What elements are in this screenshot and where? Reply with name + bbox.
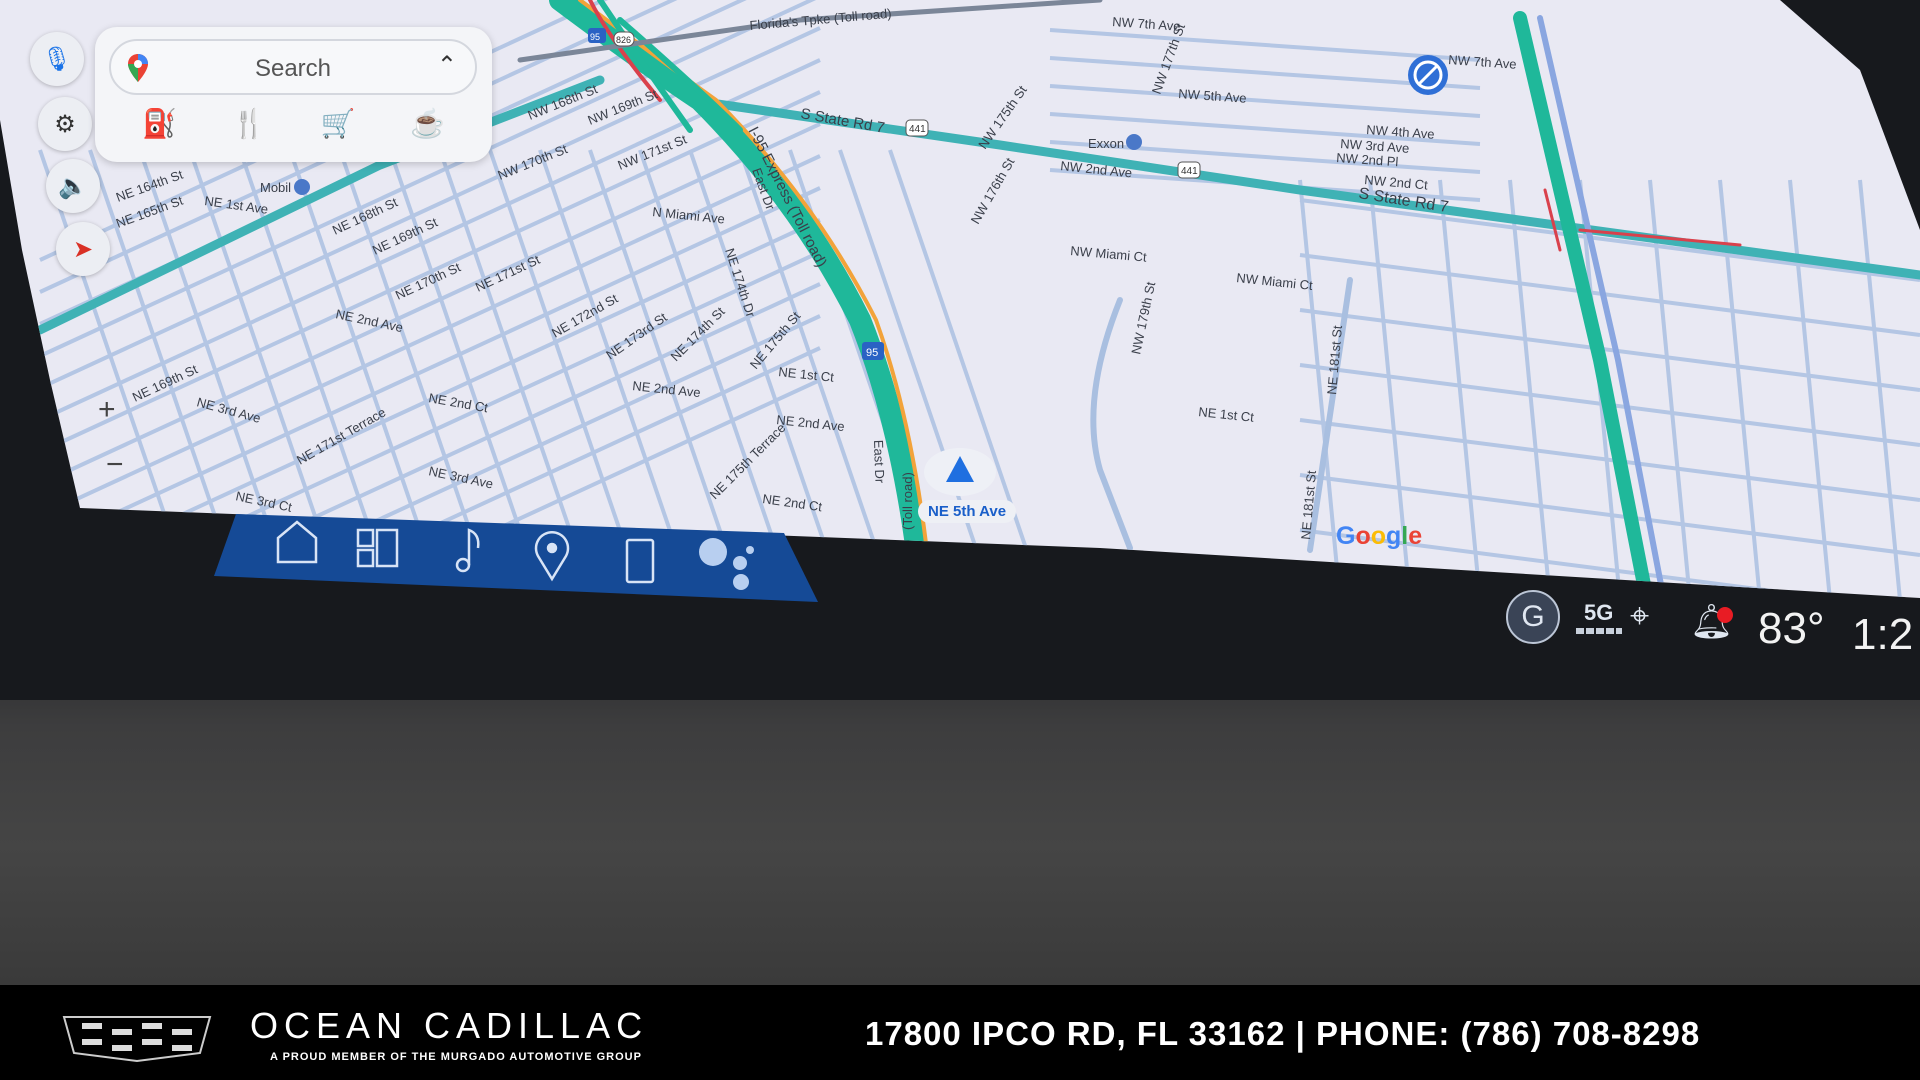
- dealer-address-phone: 17800 IPCO RD, FL 33162 | PHONE: (786) 7…: [865, 1015, 1701, 1052]
- app-dock: [214, 514, 818, 602]
- network-indicator: 5G: [1584, 600, 1614, 625]
- clock: 1:2: [1852, 610, 1914, 659]
- cadillac-crest-logo: [62, 1016, 212, 1063]
- temperature: 83°: [1758, 604, 1825, 653]
- signal-strength-icon: [1576, 628, 1622, 634]
- dealer-name: OCEAN CADILLAC: [250, 1005, 649, 1046]
- account-avatar[interactable]: G: [1506, 590, 1560, 644]
- notification-dot: [1717, 607, 1733, 623]
- location-icon[interactable]: ⌖: [1630, 597, 1649, 636]
- dealer-banner: OCEAN CADILLAC A PROUD MEMBER OF THE MUR…: [0, 985, 1920, 1080]
- dealer-tagline: A PROUD MEMBER OF THE MURGADO AUTOMOTIVE…: [270, 1051, 642, 1063]
